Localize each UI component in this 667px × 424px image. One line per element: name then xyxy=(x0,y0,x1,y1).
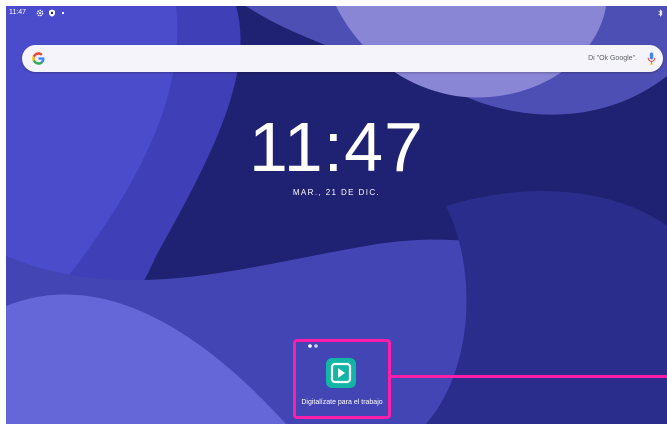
app-shortcut-icon[interactable] xyxy=(326,358,356,388)
bluetooth-icon xyxy=(658,9,663,17)
search-hint-text: Di "Ok Google". xyxy=(588,55,637,62)
settings-gear-icon xyxy=(36,9,44,17)
clock-widget-time[interactable]: 11:47 xyxy=(6,112,667,182)
shield-icon xyxy=(49,9,55,17)
status-bar: 11:47 xyxy=(6,6,667,20)
status-time: 11:47 xyxy=(9,9,26,16)
play-badge-icon xyxy=(330,362,352,384)
home-screen: 11:47 Di "Ok Google". 11:47 MAR., 21 DE … xyxy=(6,6,667,424)
clock-widget-date: MAR., 21 DE DIC. xyxy=(292,188,381,197)
highlight-annotation-line xyxy=(391,375,667,378)
notification-dot-icon xyxy=(61,11,65,15)
google-g-icon xyxy=(32,52,45,65)
microphone-icon[interactable] xyxy=(647,52,656,65)
google-search-bar[interactable]: Di "Ok Google". xyxy=(22,45,663,72)
app-shortcut-label[interactable]: Digitalízate para el trabajo xyxy=(295,398,389,408)
